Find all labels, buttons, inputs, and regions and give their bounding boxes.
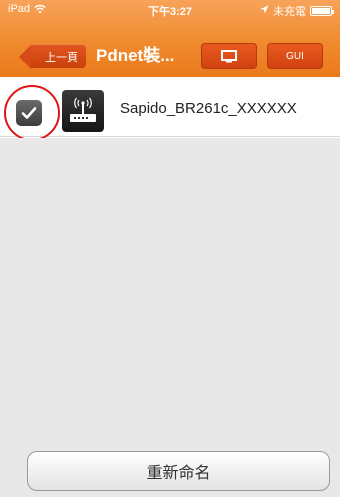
nav-bar: 上一頁 Pdnet裝... GUI <box>0 20 340 77</box>
monitor-icon <box>221 49 237 63</box>
empty-list-area <box>0 138 340 497</box>
back-button-label: 上一頁 <box>45 51 78 64</box>
charging-label: 未充電 <box>273 6 306 18</box>
header: iPad 下午3:27 未充電 上一頁 Pdnet裝... GUI <box>0 0 340 77</box>
router-icon <box>62 90 104 132</box>
gui-button-label: GUI <box>286 50 304 62</box>
status-right: 未充電 <box>260 3 334 19</box>
rename-button-label: 重新命名 <box>146 465 211 482</box>
app-screen: iPad 下午3:27 未充電 上一頁 Pdnet裝... GUI Sapido… <box>0 0 340 497</box>
gui-button[interactable]: GUI <box>267 43 323 69</box>
screen-button[interactable] <box>201 43 257 69</box>
device-name: Sapido_BR261c_XXXXXX <box>120 100 297 117</box>
rename-button[interactable]: 重新命名 <box>27 451 330 491</box>
status-bar: iPad 下午3:27 未充電 <box>0 0 340 20</box>
location-arrow-icon <box>260 5 269 17</box>
page-title: Pdnet裝... <box>96 46 175 65</box>
highlight-circle <box>4 85 60 141</box>
back-button[interactable]: 上一頁 <box>19 44 86 69</box>
battery-icon <box>310 6 334 16</box>
